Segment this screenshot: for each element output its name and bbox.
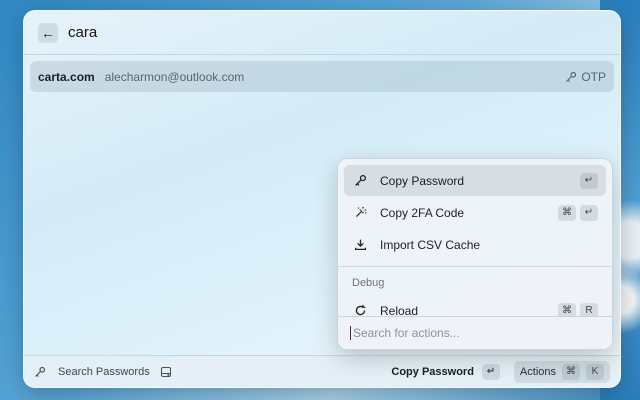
list-item[interactable]: carta.com alecharmon@outlook.com OTP xyxy=(30,61,614,92)
actions-key-k: K xyxy=(586,363,604,380)
list-item-title: carta.com xyxy=(38,69,95,84)
search-bar: ← xyxy=(24,11,620,55)
list-item-accessory: OTP xyxy=(565,70,606,84)
action-label: Copy 2FA Code xyxy=(380,205,465,220)
primary-action-button[interactable]: Copy Password ↵ xyxy=(391,363,500,380)
navigation-title: Search Passwords xyxy=(58,365,150,378)
action-shortcut: ⌘ ↵ xyxy=(558,204,598,221)
key-cmd: ⌘ xyxy=(558,204,576,221)
section-divider xyxy=(338,266,612,267)
key-return: ↵ xyxy=(580,204,598,221)
action-shortcut: ↵ xyxy=(580,172,598,189)
drive-icon xyxy=(160,366,172,378)
primary-action-label: Copy Password xyxy=(391,365,474,378)
action-copy-password[interactable]: Copy Password ↵ xyxy=(344,165,606,196)
action-list: Copy Password ↵ Copy 2FA Code ⌘ ↵ Import… xyxy=(338,159,612,318)
action-search-input[interactable] xyxy=(350,326,600,340)
actions-button[interactable]: Actions ⌘ K xyxy=(513,360,610,383)
action-import-csv[interactable]: Import CSV Cache xyxy=(344,229,606,260)
key-icon xyxy=(352,174,368,187)
action-search-bar xyxy=(338,316,612,349)
key-icon xyxy=(566,71,577,82)
launcher-window: ← carta.com alecharmon@outlook.com OTP S… xyxy=(23,10,621,388)
action-reload[interactable]: Reload ⌘ R xyxy=(344,295,606,318)
arrow-left-icon: ← xyxy=(41,24,55,41)
section-title: Debug xyxy=(352,277,385,289)
list-item-subtitle: alecharmon@outlook.com xyxy=(104,69,245,84)
action-label: Copy Password xyxy=(380,173,465,188)
otp-label: OTP xyxy=(581,69,606,84)
action-copy-2fa[interactable]: Copy 2FA Code ⌘ ↵ xyxy=(344,197,606,228)
action-panel: Copy Password ↵ Copy 2FA Code ⌘ ↵ Import… xyxy=(337,158,613,350)
search-input[interactable] xyxy=(68,24,468,41)
key-icon xyxy=(35,366,46,377)
magic-wand-icon xyxy=(352,206,368,219)
footer-bar: Search Passwords Copy Password ↵ Actions… xyxy=(24,355,620,387)
key-return: ↵ xyxy=(580,172,598,189)
action-label: Import CSV Cache xyxy=(380,237,481,252)
results-list: carta.com alecharmon@outlook.com OTP xyxy=(24,55,620,92)
back-button[interactable]: ← xyxy=(38,22,58,43)
actions-label: Actions xyxy=(519,365,556,378)
download-icon xyxy=(352,238,368,251)
actions-key-cmd: ⌘ xyxy=(562,363,580,380)
primary-action-key: ↵ xyxy=(481,363,500,380)
